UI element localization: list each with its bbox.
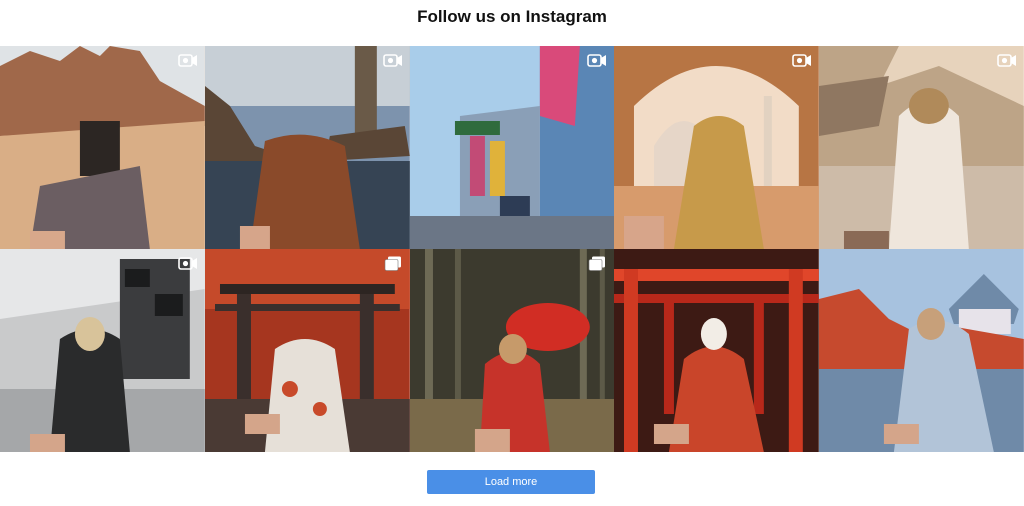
post-image — [0, 249, 205, 452]
post-tile[interactable] — [819, 46, 1024, 249]
post-image — [614, 249, 820, 452]
post-image — [409, 249, 615, 452]
page-title: Follow us on Instagram — [417, 7, 607, 26]
post-image — [614, 46, 820, 249]
gallery-icon — [383, 256, 403, 271]
post-image — [409, 46, 615, 249]
post-tile[interactable] — [409, 46, 615, 249]
post-tile[interactable] — [204, 249, 410, 452]
post-image — [204, 46, 410, 249]
post-tile[interactable] — [614, 46, 820, 249]
post-image — [0, 46, 205, 249]
video-icon — [792, 53, 812, 68]
post-image — [204, 249, 410, 452]
load-more-button[interactable]: Load more — [427, 470, 595, 494]
post-image — [819, 46, 1024, 249]
video-icon — [177, 53, 198, 68]
post-tile[interactable] — [0, 249, 205, 452]
post-tile[interactable] — [819, 249, 1024, 452]
gallery-icon — [587, 256, 607, 271]
post-tile[interactable] — [409, 249, 615, 452]
post-tile[interactable] — [614, 249, 820, 452]
post-tile[interactable] — [204, 46, 410, 249]
post-image — [819, 249, 1024, 452]
video-icon — [382, 53, 403, 68]
post-tile[interactable] — [0, 46, 205, 249]
video-icon — [587, 53, 607, 68]
video-icon — [997, 53, 1017, 68]
instagram-grid — [0, 46, 1024, 452]
video-icon — [177, 256, 198, 271]
